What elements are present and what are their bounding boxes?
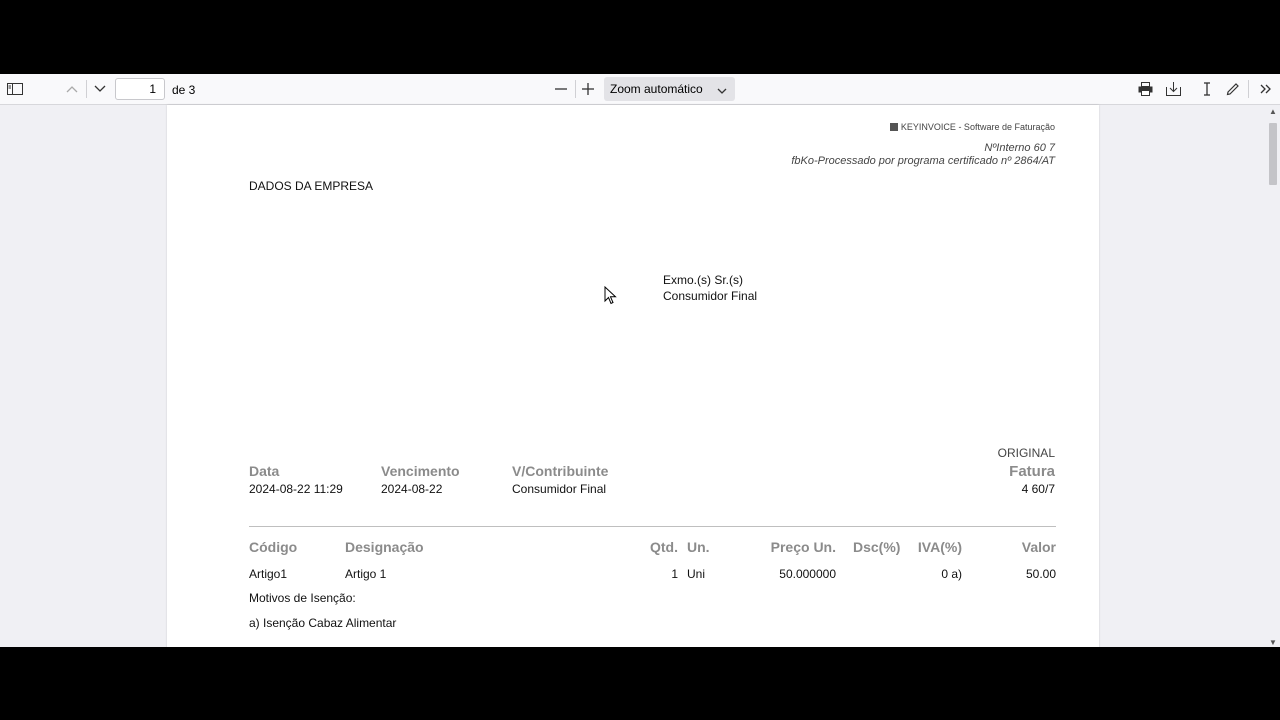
exemption-title: Motivos de Isenção: (249, 591, 356, 605)
brand-line: KEYINVOICE - Software de Faturação (889, 122, 1055, 132)
recipient-label: Exmo.(s) Sr.(s) (663, 273, 743, 287)
mouse-cursor-icon (604, 285, 617, 310)
text-tool-icon[interactable] (1195, 77, 1219, 101)
zoom-out-icon[interactable] (549, 77, 573, 101)
scroll-down-icon[interactable]: ▼ (1269, 638, 1277, 647)
viewer-toolbar: de 3 Zoom automático (0, 74, 1280, 105)
brand-logo-icon (889, 123, 898, 131)
date-value: 2024-08-22 11:29 (249, 482, 343, 496)
row-unit: Uni (687, 567, 706, 581)
document-scroll-area[interactable]: KEYINVOICE - Software de Faturação NºInt… (0, 105, 1280, 647)
date-label: Data (249, 463, 280, 479)
document-type: Fatura (1009, 463, 1055, 480)
col-header-unit-price: Preço Un. (770, 539, 836, 555)
page-count-label: de 3 (172, 83, 196, 97)
col-header-discount: Dsc(%) (853, 539, 901, 555)
zoom-select-label: Zoom automático (610, 82, 703, 96)
recipient-name: Consumidor Final (663, 289, 758, 303)
toolbar-divider (1248, 80, 1249, 98)
pdf-viewer: de 3 Zoom automático (0, 74, 1280, 647)
row-description: Artigo 1 (345, 567, 387, 581)
toolbar-divider (86, 80, 87, 98)
certified-note: fbKo-Processado por programa certificado… (791, 155, 1055, 167)
previous-page-icon[interactable] (60, 77, 84, 101)
row-qty: 1 (671, 567, 678, 581)
due-date-value: 2024-08-22 (381, 482, 443, 496)
taxpayer-label: V/Contribuinte (512, 463, 609, 479)
company-data-heading: DADOS DA EMPRESA (249, 179, 374, 193)
row-code: Artigo1 (249, 567, 288, 581)
col-header-code: Código (249, 539, 298, 555)
scroll-thumb[interactable] (1269, 123, 1277, 185)
row-unit-price: 50.000000 (779, 567, 836, 581)
exemption-reason: a) Isenção Cabaz Alimentar (249, 616, 397, 630)
due-date-label: Vencimento (381, 463, 460, 479)
header-divider (249, 526, 1056, 527)
col-header-vat: IVA(%) (917, 539, 962, 555)
col-header-unit: Un. (687, 539, 710, 555)
col-header-description: Designação (345, 539, 424, 555)
col-header-value: Valor (1021, 539, 1056, 555)
original-label: ORIGINAL (997, 446, 1055, 460)
taxpayer-value: Consumidor Final (512, 482, 607, 496)
draw-pencil-icon[interactable] (1221, 77, 1245, 101)
zoom-in-icon[interactable] (576, 77, 600, 101)
row-value: 50.00 (1025, 567, 1056, 581)
zoom-select[interactable]: Zoom automático (604, 77, 735, 101)
chevron-down-icon (717, 83, 727, 97)
brand-name: KEYINVOICE - Software de Faturação (900, 122, 1055, 132)
scroll-up-icon[interactable]: ▲ (1269, 107, 1277, 116)
col-header-qty: Qtd. (650, 539, 678, 555)
page-number-input[interactable] (115, 78, 165, 100)
next-page-icon[interactable] (88, 77, 112, 101)
save-icon[interactable] (1161, 77, 1185, 101)
document-number: 4 60/7 (1021, 482, 1055, 496)
vertical-scrollbar[interactable]: ▲ ▼ (1266, 105, 1280, 647)
print-icon[interactable] (1133, 77, 1157, 101)
pdf-page: KEYINVOICE - Software de Faturação NºInt… (167, 105, 1099, 647)
internal-number: NºInterno 60 7 (984, 142, 1055, 154)
more-tools-icon[interactable] (1254, 77, 1278, 101)
sidebar-toggle-icon[interactable] (3, 77, 27, 101)
row-vat: 0 a) (941, 567, 962, 581)
